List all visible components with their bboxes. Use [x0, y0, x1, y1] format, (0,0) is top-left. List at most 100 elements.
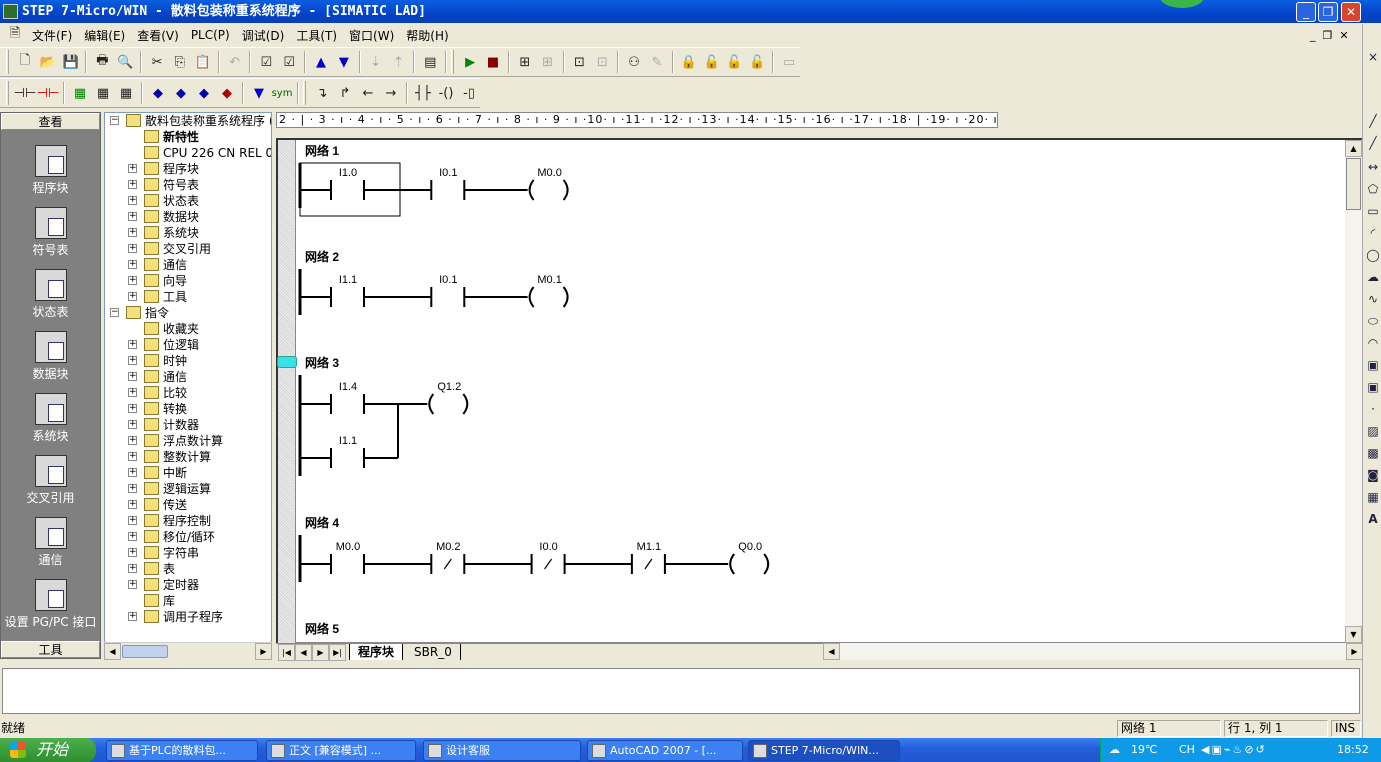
contact-address[interactable]: M1.1 — [637, 541, 661, 553]
tree-item[interactable]: 向导 — [163, 273, 187, 289]
tree-item[interactable]: 工具 — [163, 289, 187, 305]
coil-address[interactable]: M0.1 — [537, 274, 561, 286]
close-button[interactable]: ✕ — [1341, 2, 1361, 22]
line-down-icon[interactable]: ↴ — [311, 82, 333, 104]
download-icon[interactable]: ▼ — [333, 51, 355, 73]
line-icon[interactable]: ╱ — [1366, 114, 1380, 128]
point-icon[interactable]: · — [1366, 402, 1380, 416]
tree-item[interactable]: 通信 — [163, 257, 187, 273]
clock[interactable]: 18:52 — [1337, 738, 1369, 762]
tree-item[interactable]: 状态表 — [163, 193, 199, 209]
tree-item[interactable]: 指令 — [145, 305, 169, 321]
make-block-icon[interactable]: ▣ — [1366, 380, 1380, 394]
contact-icon[interactable]: ┤├ — [412, 82, 434, 104]
scroll-down-button[interactable]: ▼ — [1345, 626, 1362, 643]
contact-address[interactable]: M0.2 — [436, 541, 460, 553]
contact-address[interactable]: I1.0 — [339, 167, 357, 179]
new-icon[interactable]: 🗋 — [14, 51, 36, 73]
first-tab-button[interactable]: |◀ — [278, 644, 295, 661]
close-icon[interactable]: × — [1366, 50, 1380, 64]
tree-item[interactable]: 程序块 — [163, 161, 199, 177]
view-values-icon[interactable]: ⚇ — [623, 51, 645, 73]
chart-status-icon[interactable]: ⊡ — [569, 51, 591, 73]
scroll-thumb[interactable] — [1346, 158, 1361, 210]
nav-item-2[interactable]: 状态表 — [1, 267, 100, 329]
contact-address[interactable]: I0.1 — [439, 167, 457, 179]
tree-item[interactable]: 逻辑运算 — [163, 481, 211, 497]
symbol-info-icon[interactable]: sym — [271, 82, 293, 104]
expand-toggle[interactable]: − — [110, 116, 119, 125]
insert-network-icon[interactable]: ⊣⊢ — [14, 82, 37, 104]
coil-icon[interactable]: -() — [435, 82, 457, 104]
unforce-all-icon[interactable]: 🔓 — [724, 51, 746, 73]
menu-file[interactable]: 文件(F) — [26, 27, 78, 44]
menu-help[interactable]: 帮助(H) — [400, 27, 454, 44]
circle-icon[interactable]: ◯ — [1366, 248, 1380, 262]
menu-debug[interactable]: 调试(D) — [236, 27, 291, 44]
expand-toggle[interactable]: + — [128, 180, 137, 189]
scroll-thumb[interactable] — [122, 645, 168, 658]
contact-address[interactable]: I1.4 — [339, 381, 357, 393]
tree-item[interactable]: CPU 226 CN REL 02.0 — [163, 145, 271, 161]
expand-toggle[interactable]: + — [128, 260, 137, 269]
taskbar-button-2[interactable]: 设计客服 — [423, 740, 581, 761]
tree-item[interactable]: 数据块 — [163, 209, 199, 225]
tree-item[interactable]: 计数器 — [163, 417, 199, 433]
ladder-diagram[interactable]: 网络 1I1.0 I0.1 M0.0网络 2I1.1 I0.1 M0.1网络 3I1.4… — [297, 140, 1345, 643]
coil-left-paren[interactable] — [528, 179, 535, 201]
tree-item[interactable]: 字符串 — [163, 545, 199, 561]
unlock-icon[interactable]: 🔓 — [701, 51, 723, 73]
menu-plc[interactable]: PLC(P) — [185, 28, 236, 42]
menu-view[interactable]: 查看(V) — [131, 27, 185, 44]
scroll-left-button[interactable]: ◀ — [104, 643, 121, 660]
expand-toggle[interactable]: + — [128, 532, 137, 541]
apply-symbols-icon[interactable]: ▼ — [248, 82, 270, 104]
undo-icon[interactable]: ↶ — [224, 51, 246, 73]
spline-icon[interactable]: ∿ — [1366, 292, 1380, 306]
trend-icon[interactable]: ▭ — [778, 51, 800, 73]
coil-right-paren[interactable] — [462, 393, 469, 415]
line-left-icon[interactable]: ← — [357, 82, 379, 104]
expand-toggle[interactable]: + — [128, 228, 137, 237]
sort-ascending-icon[interactable]: ⇣ — [365, 51, 387, 73]
expand-toggle[interactable]: + — [128, 500, 137, 509]
tree-item[interactable]: 位逻辑 — [163, 337, 199, 353]
gradient-icon[interactable]: ▩ — [1366, 446, 1380, 460]
force-icon[interactable]: ✎ — [646, 51, 668, 73]
stop-icon[interactable]: ■ — [482, 51, 504, 73]
region-icon[interactable]: ◙ — [1366, 468, 1380, 482]
expand-toggle[interactable]: + — [128, 516, 137, 525]
expand-toggle[interactable]: + — [128, 580, 137, 589]
expand-toggle[interactable]: + — [128, 372, 137, 381]
coil-left-paren[interactable] — [528, 286, 535, 308]
nav-footer[interactable]: 工具 — [1, 641, 100, 658]
contact-negation-slash[interactable] — [544, 558, 553, 570]
nav-item-4[interactable]: 系统块 — [1, 391, 100, 453]
read-forced-icon[interactable]: 🔓 — [746, 51, 768, 73]
copy-icon[interactable]: ⎘ — [169, 51, 191, 73]
toggle-poU-comments-icon[interactable]: ▦ — [69, 82, 91, 104]
tree-item[interactable]: 调用子程序 — [163, 609, 223, 625]
expand-toggle[interactable]: + — [128, 484, 137, 493]
print-icon[interactable]: 🖶 — [91, 51, 113, 73]
coil-left-paren[interactable] — [729, 553, 736, 575]
save-all-icon[interactable]: 💾 — [60, 51, 82, 73]
next-tab-button[interactable]: ▶ — [312, 644, 329, 661]
tree-item[interactable]: 转换 — [163, 401, 187, 417]
nav-item-0[interactable]: 程序块 — [1, 143, 100, 205]
contact-address[interactable]: I1.1 — [339, 435, 357, 447]
restore-button[interactable]: ❐ — [1318, 2, 1338, 22]
coil-address[interactable]: Q1.2 — [437, 381, 461, 393]
nav-item-7[interactable]: 设置 PG/PC 接口 — [1, 577, 100, 639]
tray-icons[interactable]: ◀▣⌁♨⊘↺ — [1201, 738, 1267, 762]
toggle-network-comments-icon[interactable]: ▦ — [92, 82, 114, 104]
contact-address[interactable]: I0.1 — [439, 274, 457, 286]
tree-item[interactable]: 符号表 — [163, 177, 199, 193]
taskbar-button-1[interactable]: 正文 [兼容模式] ... — [266, 740, 416, 761]
compile-all-icon[interactable]: ☑ — [278, 51, 300, 73]
expand-toggle[interactable]: + — [128, 388, 137, 397]
scroll-right-button[interactable]: ▶ — [1346, 643, 1363, 660]
tab-main-program[interactable]: 程序块 — [349, 644, 404, 660]
tree-item[interactable]: 移位/循环 — [163, 529, 215, 545]
options-icon[interactable]: ▤ — [419, 51, 441, 73]
